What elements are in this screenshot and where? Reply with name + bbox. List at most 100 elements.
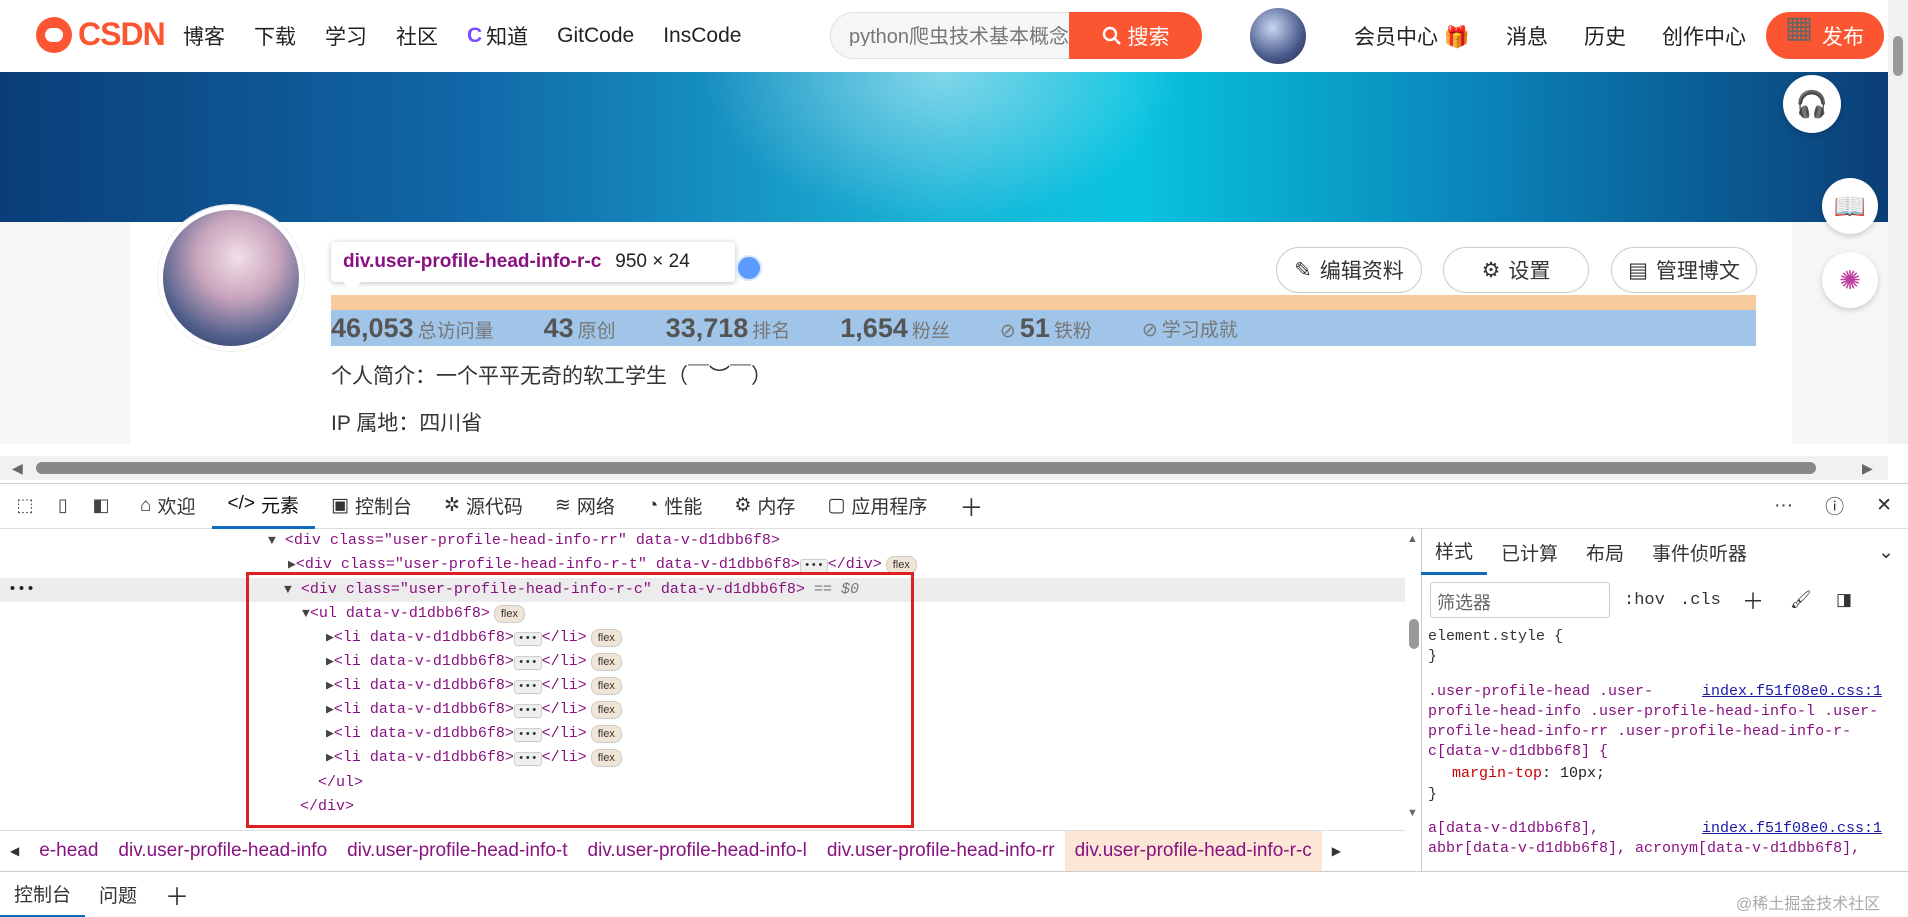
new-rule-icon[interactable]: ＋ [1742, 582, 1764, 618]
more-actions-icon[interactable]: ••• [8, 578, 35, 602]
nav-blog[interactable]: 博客 [183, 21, 225, 51]
ellipsis-badge[interactable]: ••• [799, 559, 828, 573]
scrollbar-thumb[interactable] [1409, 619, 1419, 649]
tab-layout[interactable]: 布局 [1572, 529, 1638, 575]
nav-vip-center[interactable]: 会员中心 🎁 [1354, 21, 1470, 51]
paint-brush-icon[interactable]: 🖌 [1790, 582, 1812, 618]
device-toggle-icon[interactable]: ▯ [50, 493, 76, 519]
scrollbar-thumb[interactable] [36, 462, 1816, 474]
nav-messages[interactable]: 消息 [1506, 21, 1548, 51]
dom-tree-scrollbar[interactable]: ▲ ▼ [1403, 529, 1423, 829]
breadcrumb-item[interactable]: div.user-profile-head-info-l [578, 831, 817, 871]
rule-selector[interactable]: abbr[data-v-d1dbb6f8], acronym[data-v-d1… [1428, 840, 1860, 857]
user-avatar[interactable] [1248, 6, 1308, 66]
reader-icon[interactable]: 📖 [1822, 178, 1878, 234]
breadcrumb-item[interactable]: e-head [29, 831, 108, 871]
rule-selector[interactable]: a[data-v-d1dbb6f8], [1428, 820, 1599, 837]
add-tab-button[interactable]: ＋ [943, 483, 999, 529]
drawer-tab-issues[interactable]: 问题 [85, 872, 151, 917]
search-icon [1102, 26, 1121, 45]
close-devtools-button[interactable]: ✕ [1860, 483, 1908, 529]
scroll-up-icon[interactable]: ▲ [1407, 533, 1418, 545]
csdn-logo[interactable]: CSDN [36, 16, 166, 53]
nav-history[interactable]: 历史 [1584, 21, 1626, 51]
breadcrumb-item-selected[interactable]: div.user-profile-head-info-r-c [1064, 830, 1322, 871]
tab-event-listeners[interactable]: 事件侦听器 [1638, 529, 1761, 575]
tab-computed[interactable]: 已计算 [1487, 529, 1572, 575]
edit-profile-label: 编辑资料 [1319, 260, 1404, 283]
gender-badge-icon [736, 255, 762, 281]
scroll-right-icon[interactable]: ▶ [1862, 460, 1873, 477]
stat-iron-fans[interactable]: ⊘ 51 铁粉 [1000, 313, 1092, 344]
rule-selector[interactable]: profile-head-info .user-profile-head-inf… [1428, 703, 1878, 720]
scroll-down-icon[interactable]: ▼ [1407, 807, 1418, 819]
nav-gitcode[interactable]: GitCode [557, 24, 634, 48]
css-declaration[interactable]: margin-top: 10px; [1452, 765, 1605, 782]
chevron-down-icon[interactable]: ⌄ [1864, 529, 1908, 575]
breadcrumb-left-icon[interactable]: ◀ [0, 831, 29, 871]
edit-profile-button[interactable]: ✎ 编辑资料 [1276, 247, 1422, 293]
sidebar-toggle-icon[interactable]: ◧ [88, 493, 114, 519]
qrcode-icon[interactable]: ▦ [1780, 8, 1818, 46]
styles-filter-input[interactable]: 筛选器 [1430, 582, 1610, 618]
tab-styles[interactable]: 样式 [1421, 529, 1488, 575]
stat-original[interactable]: 43 原创 [544, 313, 616, 344]
rule-selector[interactable]: c[data-v-d1dbb6f8] { [1428, 743, 1608, 760]
help-button[interactable]: ⓘ [1809, 483, 1860, 529]
manage-posts-button[interactable]: ▤ 管理博文 [1611, 247, 1757, 293]
element-style-rule[interactable]: element.style { [1428, 628, 1563, 645]
devtools-element-tooltip: div.user-profile-head-info-r-c 950 × 24 [331, 242, 735, 291]
breadcrumb-item[interactable]: div.user-profile-head-info [108, 831, 337, 871]
ai-brain-icon[interactable]: ✺ [1822, 252, 1878, 308]
nav-inscode[interactable]: InsCode [663, 24, 741, 48]
search-button[interactable]: 搜索 [1069, 12, 1202, 59]
hov-toggle[interactable]: :hov [1624, 582, 1665, 618]
nav-creator-center[interactable]: 创作中心 [1662, 21, 1746, 51]
tab-performance[interactable]: ◔ 性能 [631, 483, 719, 529]
scroll-left-icon[interactable]: ◀ [12, 460, 23, 477]
customer-service-icon[interactable]: 🎧 [1783, 75, 1841, 133]
scrollbar-thumb[interactable] [1893, 36, 1903, 76]
stat-achievement[interactable]: ⊘ 学习成就 [1142, 315, 1238, 342]
dom-node-info-rr[interactable]: ▼ <div class="user-profile-head-info-rr"… [268, 529, 780, 553]
add-drawer-tab-icon[interactable]: ＋ [151, 872, 203, 917]
eye-off-icon: ⊘ [1141, 319, 1158, 341]
stat-visits[interactable]: 46,053 总访问量 [331, 313, 494, 344]
css-value[interactable]: 10px; [1560, 765, 1605, 782]
nav-community[interactable]: 社区 [396, 21, 438, 51]
tab-memory[interactable]: ⚙ 内存 [718, 483, 811, 529]
cls-toggle[interactable]: .cls [1680, 582, 1721, 618]
search-input[interactable] [849, 23, 1069, 46]
more-menu-button[interactable]: ··· [1758, 483, 1809, 529]
page-scrollbar-horizontal[interactable]: ◀ ▶ [0, 456, 1888, 480]
tab-sources[interactable]: ✲ 源代码 [428, 483, 539, 529]
stylesheet-link[interactable]: index.f51f08e0.css:1 [1702, 683, 1882, 700]
breadcrumb-item[interactable]: div.user-profile-head-info-t [337, 831, 577, 871]
toggle-sidebar-icon[interactable]: ◨ [1836, 582, 1852, 618]
tab-welcome[interactable]: ⌂ 欢迎 [124, 483, 212, 529]
tab-console[interactable]: ▣ 控制台 [315, 483, 428, 529]
stat-visits-num: 46,053 [331, 312, 414, 343]
breadcrumb-right-icon[interactable]: ▶ [1322, 831, 1351, 871]
page-scrollbar-vertical[interactable] [1888, 0, 1908, 444]
stat-original-label: 原创 [577, 320, 616, 342]
inspect-icon[interactable]: ⬚ [12, 493, 38, 519]
tab-application[interactable]: ▢ 应用程序 [811, 483, 943, 529]
css-property[interactable]: margin-top [1452, 765, 1542, 782]
stylesheet-link[interactable]: index.f51f08e0.css:1 [1702, 820, 1882, 837]
devtools-margin-highlight [331, 295, 1756, 310]
breadcrumb-item[interactable]: div.user-profile-head-info-rr [817, 831, 1065, 871]
rule-selector[interactable]: profile-head-info-rr .user-profile-head-… [1428, 723, 1851, 740]
tab-elements[interactable]: </> 元素 [211, 483, 315, 529]
settings-button[interactable]: ⚙ 设置 [1443, 247, 1589, 293]
drawer-tab-console[interactable]: 控制台 [0, 872, 86, 917]
nav-zhidao[interactable]: C 知道 [467, 21, 528, 51]
profile-avatar[interactable] [158, 205, 304, 351]
devtools-drawer-tabs: 控制台 问题 ＋ [0, 871, 1908, 917]
stat-fans[interactable]: 1,654 粉丝 [840, 313, 950, 344]
nav-download[interactable]: 下载 [254, 21, 296, 51]
stat-rank[interactable]: 33,718 排名 [666, 313, 791, 344]
tab-network[interactable]: ≋ 网络 [539, 483, 631, 529]
rule-selector[interactable]: .user-profile-head .user- [1428, 683, 1653, 700]
nav-learn[interactable]: 学习 [325, 21, 367, 51]
